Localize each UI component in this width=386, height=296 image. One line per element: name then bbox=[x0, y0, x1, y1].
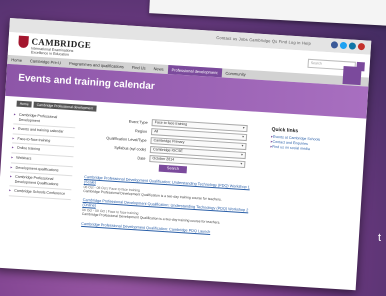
social-icons bbox=[330, 41, 366, 51]
page-title: Events and training calendar bbox=[17, 72, 156, 93]
webpage: Contact us Jobs Cambridge Qs Find Log in… bbox=[0, 18, 372, 291]
filter-label: Qualification Level/Type bbox=[106, 135, 147, 143]
filter-label: Event Type bbox=[128, 119, 148, 125]
background-text-right: t bbox=[378, 232, 382, 244]
twitter-icon[interactable] bbox=[339, 41, 348, 50]
quick-links-panel: Quick links Events at Cambridge Schools … bbox=[270, 127, 351, 155]
breadcrumb-item[interactable]: Cambridge Professional development bbox=[33, 101, 97, 112]
linkedin-icon[interactable] bbox=[348, 42, 357, 50]
sidebar: Cambridge Professional Development Event… bbox=[8, 110, 77, 201]
youtube-icon[interactable] bbox=[357, 42, 366, 51]
filter-label: Date bbox=[137, 155, 146, 161]
breadcrumb-item[interactable]: Home bbox=[16, 100, 32, 108]
event-results: Cambridge Professional Development Quali… bbox=[81, 175, 254, 242]
utility-links[interactable]: Contact us Jobs Cambridge Qs Find Log in… bbox=[216, 35, 311, 46]
filter-label: Syllabus (syl code) bbox=[114, 145, 147, 152]
nav-badge bbox=[342, 66, 362, 86]
filter-label: Region bbox=[135, 128, 148, 134]
search-events-button[interactable]: Search bbox=[158, 164, 188, 174]
facebook-icon[interactable] bbox=[330, 41, 339, 49]
event-filter-form: Event Type Face to face training Region … bbox=[85, 115, 256, 177]
cambridge-shield-icon[interactable] bbox=[18, 35, 29, 49]
breadcrumb: Home Cambridge Professional development bbox=[16, 100, 97, 112]
background-paper bbox=[149, 0, 386, 27]
